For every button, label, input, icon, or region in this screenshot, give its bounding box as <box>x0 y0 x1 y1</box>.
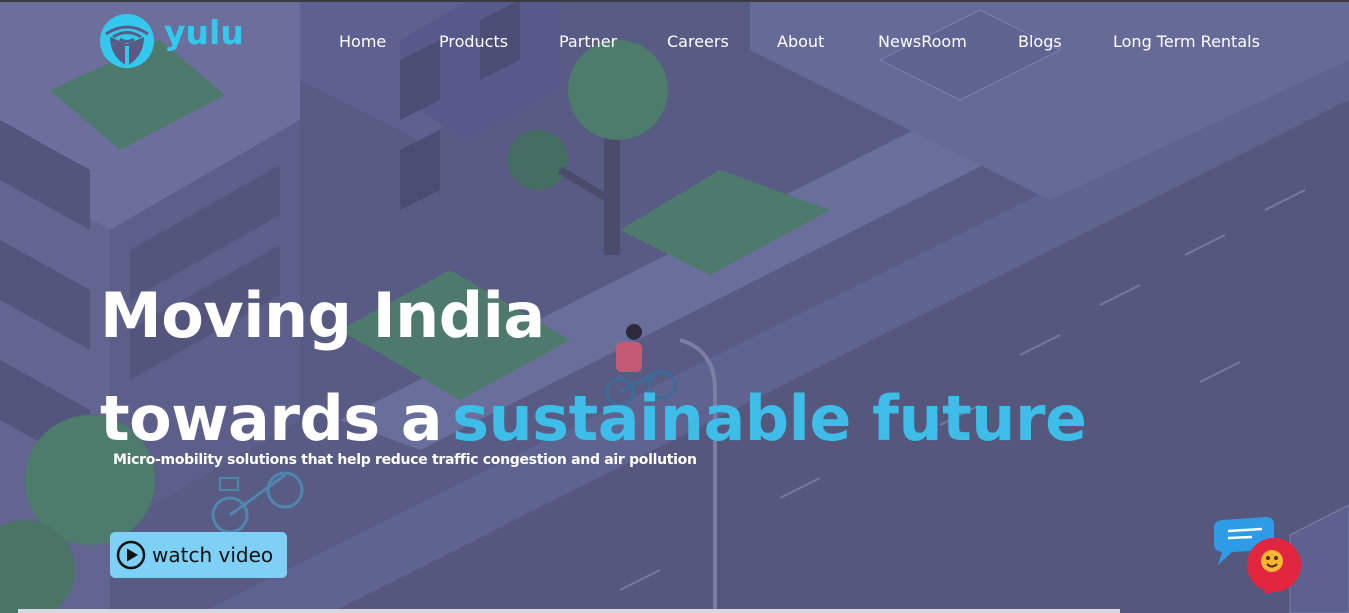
nav-item-products[interactable]: Products <box>439 31 508 53</box>
hero-headline-prefix: towards a <box>100 382 443 455</box>
nav-item-home[interactable]: Home <box>339 31 386 53</box>
nav-item-long-term-rentals[interactable]: Long Term Rentals <box>1113 31 1260 53</box>
page: yulu Home Products Partner Careers About… <box>0 0 1349 613</box>
hero-subheadline: Micro-mobility solutions that help reduc… <box>113 452 697 468</box>
chat-bubble-icon[interactable] <box>1206 517 1306 593</box>
watch-video-button[interactable]: watch video <box>110 532 287 578</box>
nav-item-newsroom[interactable]: NewsRoom <box>878 31 967 53</box>
yulu-logo-icon <box>100 14 154 68</box>
horizontal-scrollbar[interactable] <box>18 609 1120 613</box>
nav-item-careers[interactable]: Careers <box>667 31 729 53</box>
hero-headline-accent: sustainable future <box>452 382 1087 455</box>
nav-item-partner[interactable]: Partner <box>559 31 617 53</box>
brand-logo[interactable]: yulu <box>98 10 244 68</box>
hero-headline-line1: Moving India <box>100 279 545 352</box>
hero-headline-line2: towards a sustainable future <box>100 381 1087 457</box>
nav-item-blogs[interactable]: Blogs <box>1018 31 1062 53</box>
watch-video-label: watch video <box>152 543 274 567</box>
brand-name: yulu <box>164 12 244 52</box>
top-border <box>0 0 1349 2</box>
play-icon <box>116 540 146 570</box>
nav-item-about[interactable]: About <box>777 31 824 53</box>
